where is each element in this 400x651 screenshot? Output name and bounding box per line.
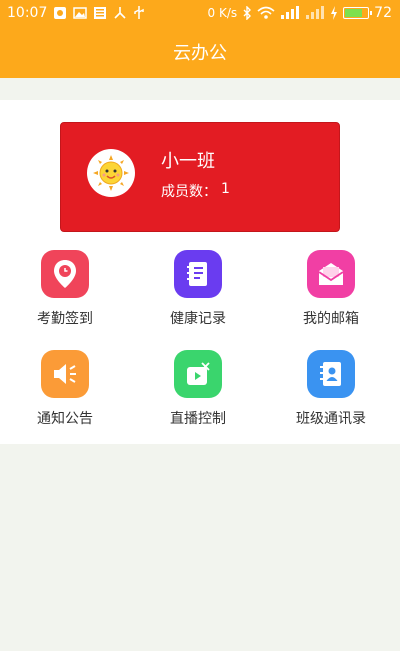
megaphone-icon <box>41 350 89 398</box>
main-content: 小一班 成员数： 1 考勤签到 健康记录 我的邮箱 通知公告 直播控制 班级通讯… <box>0 100 400 444</box>
grid-item-label: 考勤签到 <box>37 311 93 327</box>
grid-item-class-contacts[interactable]: 班级通讯录 <box>271 350 391 428</box>
grid-item-health-record[interactable]: 健康记录 <box>138 250 258 328</box>
live-play-icon <box>174 350 222 398</box>
share-icon <box>113 6 127 20</box>
grid-item-label: 健康记录 <box>170 311 226 327</box>
battery-level: 72 <box>374 5 392 21</box>
signal-icon-secondary <box>305 6 325 20</box>
grid-item-label: 班级通讯录 <box>296 411 366 427</box>
grid-item-mailbox[interactable]: 我的邮箱 <box>271 250 391 328</box>
location-clock-icon <box>41 250 89 298</box>
battery-icon <box>343 7 373 19</box>
address-book-icon <box>307 350 355 398</box>
status-bar: 10:07 0 K/s 72 <box>0 0 400 26</box>
charging-icon <box>330 6 338 20</box>
grid-item-label: 直播控制 <box>170 411 226 427</box>
avatar <box>87 149 135 197</box>
class-card[interactable]: 小一班 成员数： 1 <box>60 122 340 232</box>
status-time: 10:07 <box>7 5 48 21</box>
usb-icon <box>133 6 145 20</box>
class-name: 小一班 <box>161 151 215 172</box>
wifi-icon <box>257 6 275 20</box>
signal-icon <box>280 6 300 20</box>
member-count-value: 1 <box>221 181 230 197</box>
grid-item-label: 通知公告 <box>37 411 93 427</box>
grid-item-live-control[interactable]: 直播控制 <box>138 350 258 428</box>
grid-item-attendance[interactable]: 考勤签到 <box>5 250 125 328</box>
app-header: 云办公 <box>0 26 400 78</box>
grid-item-label: 我的邮箱 <box>303 311 359 327</box>
member-count-label: 成员数： <box>161 184 217 200</box>
grid-item-notice[interactable]: 通知公告 <box>5 350 125 428</box>
envelope-icon <box>307 250 355 298</box>
gallery-icon <box>73 6 88 20</box>
member-count: 成员数： 1 <box>161 181 230 201</box>
photo-icon <box>53 6 67 20</box>
news-icon <box>93 6 107 20</box>
notebook-icon <box>174 250 222 298</box>
data-rate: 0 K/s <box>207 6 238 20</box>
page-title: 云办公 <box>173 43 227 64</box>
bluetooth-icon <box>242 6 252 20</box>
sun-face-icon <box>93 155 129 191</box>
